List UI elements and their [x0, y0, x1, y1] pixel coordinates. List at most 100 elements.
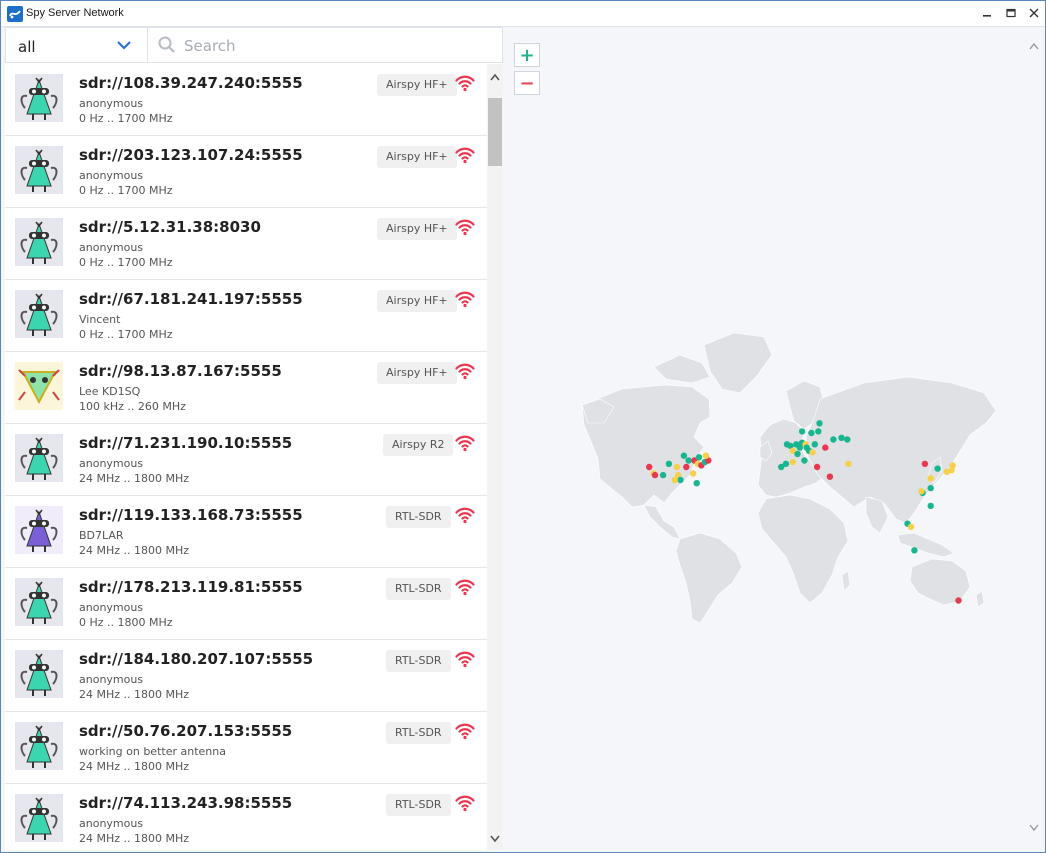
server-location-marker[interactable]	[683, 463, 690, 471]
server-location-marker[interactable]	[911, 547, 918, 554]
signal-icon	[455, 651, 475, 668]
server-location-marker[interactable]	[794, 450, 801, 458]
app-logo-icon	[7, 6, 23, 22]
server-avatar	[15, 146, 63, 194]
search-box	[148, 28, 502, 62]
scroll-up-icon[interactable]	[489, 72, 501, 84]
server-owner: anonymous	[79, 601, 144, 614]
server-location-marker[interactable]	[844, 436, 851, 443]
server-address: sdr://184.180.207.107:5555	[79, 650, 314, 668]
server-row[interactable]: sdr://178.213.119.81:5555 anonymous 0 Hz .…	[5, 568, 487, 640]
server-location-marker[interactable]	[809, 449, 816, 456]
server-row[interactable]: sdr://5.12.31.38:8030 anonymous 0 Hz .. 17…	[5, 208, 487, 280]
signal-icon	[455, 795, 475, 812]
server-location-marker[interactable]	[680, 452, 688, 459]
server-location-marker[interactable]	[808, 429, 815, 437]
maximize-icon	[1006, 8, 1016, 18]
server-location-marker[interactable]	[801, 457, 808, 464]
category-select-value: all	[18, 38, 36, 56]
title-bar: Spy Server Network	[1, 1, 1045, 27]
server-frequency-range: 0 Hz .. 1700 MHz	[79, 328, 173, 341]
chevron-down-icon	[117, 41, 131, 50]
server-location-marker[interactable]	[826, 473, 834, 480]
server-location-marker[interactable]	[778, 463, 785, 471]
server-location-marker[interactable]	[918, 488, 925, 495]
server-row[interactable]: sdr://50.76.207.153:5555 working on bette…	[5, 712, 487, 784]
server-location-marker[interactable]	[907, 523, 915, 531]
signal-icon	[455, 363, 475, 380]
category-select[interactable]: all	[6, 28, 148, 62]
server-owner: anonymous	[79, 817, 144, 830]
server-location-marker[interactable]	[927, 502, 934, 510]
server-location-marker[interactable]	[798, 428, 806, 435]
device-badge: Airspy HF+	[377, 362, 457, 384]
server-owner: Vincent	[79, 313, 121, 326]
server-location-marker[interactable]	[685, 457, 692, 464]
server-owner: Lee KD1SQ	[79, 385, 141, 398]
search-input[interactable]	[182, 33, 486, 59]
server-address: sdr://71.231.190.10:5555	[79, 434, 293, 452]
map-scroll-down-icon[interactable]	[1028, 821, 1040, 833]
server-avatar	[15, 722, 63, 770]
africa-shape	[757, 494, 849, 604]
server-avatar	[15, 794, 63, 842]
zoom-out-button[interactable]: −	[514, 71, 540, 95]
server-location-marker[interactable]	[927, 475, 934, 482]
server-row[interactable]: sdr://108.39.247.240:5555 anonymous 0 Hz .…	[5, 64, 487, 136]
server-location-marker[interactable]	[921, 460, 929, 467]
server-location-marker[interactable]	[671, 476, 678, 484]
madagascar-shape	[841, 570, 851, 592]
server-row[interactable]: sdr://71.231.190.10:5555 anonymous 24 MHz …	[5, 424, 487, 496]
map-scroll-up-icon[interactable]	[1028, 41, 1040, 53]
server-owner: anonymous	[79, 169, 144, 182]
device-badge: RTL-SDR	[386, 650, 451, 672]
server-location-marker[interactable]	[949, 462, 956, 469]
device-badge: Airspy HF+	[377, 146, 457, 168]
server-location-marker[interactable]	[813, 463, 821, 471]
server-location-marker[interactable]	[659, 471, 667, 479]
server-location-marker[interactable]	[665, 460, 673, 467]
world-map[interactable]	[504, 27, 1044, 849]
server-location-marker[interactable]	[811, 441, 818, 448]
list-scrollbar[interactable]	[487, 64, 503, 850]
server-location-marker[interactable]	[830, 436, 837, 443]
window-title: Spy Server Network	[26, 7, 124, 19]
search-icon	[158, 36, 175, 53]
server-location-marker[interactable]	[822, 444, 829, 451]
maximize-button[interactable]	[1002, 5, 1020, 21]
server-owner: anonymous	[79, 241, 144, 254]
server-location-marker[interactable]	[816, 420, 823, 427]
server-location-marker[interactable]	[838, 434, 845, 441]
server-location-marker[interactable]	[677, 476, 684, 484]
scrollbar-thumb[interactable]	[488, 98, 502, 166]
server-location-marker[interactable]	[651, 471, 659, 479]
server-location-marker[interactable]	[955, 597, 962, 604]
server-location-marker[interactable]	[646, 463, 653, 471]
device-badge: Airspy HF+	[377, 218, 457, 240]
server-row[interactable]: sdr://74.113.243.98:5555 anonymous 24 MHz …	[5, 784, 487, 850]
server-location-marker[interactable]	[789, 458, 796, 466]
server-row[interactable]: sdr://184.180.207.107:5555 anonymous 24 MH…	[5, 640, 487, 712]
server-row[interactable]: sdr://119.133.168.73:5555 BD7LAR 24 MHz ..…	[5, 496, 487, 568]
minimize-icon	[983, 15, 991, 17]
server-location-marker[interactable]	[693, 480, 700, 487]
server-location-marker[interactable]	[695, 454, 703, 461]
server-row[interactable]: sdr://203.123.107.24:5555 anonymous 0 Hz .…	[5, 136, 487, 208]
server-location-marker[interactable]	[934, 465, 941, 472]
server-row[interactable]: sdr://98.13.87.167:5555 Lee KD1SQ 100 kHz …	[5, 352, 487, 424]
device-badge: RTL-SDR	[386, 506, 451, 528]
server-location-marker[interactable]	[815, 428, 822, 435]
zoom-in-button[interactable]: +	[514, 43, 540, 67]
se-asia-islands-shape	[897, 532, 955, 558]
server-location-marker[interactable]	[702, 452, 710, 459]
server-location-marker[interactable]	[927, 484, 934, 492]
map-panel[interactable]: + −	[504, 27, 1044, 849]
close-button[interactable]	[1025, 5, 1043, 21]
server-avatar	[15, 74, 63, 122]
server-location-marker[interactable]	[673, 463, 681, 471]
server-row[interactable]: sdr://67.181.241.197:5555 Vincent 0 Hz .. …	[5, 280, 487, 352]
server-location-marker[interactable]	[845, 460, 852, 467]
minimize-button[interactable]	[978, 5, 996, 21]
scroll-down-icon[interactable]	[489, 832, 501, 844]
server-location-marker[interactable]	[690, 470, 697, 477]
